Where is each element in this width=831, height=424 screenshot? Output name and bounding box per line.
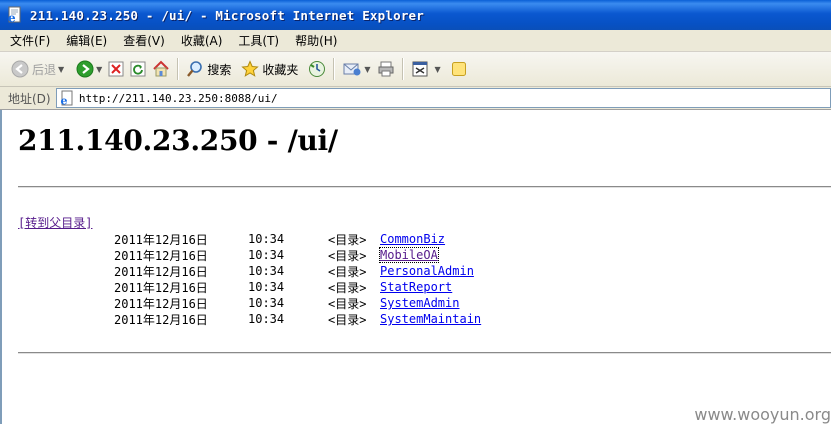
list-item: 2011年12月16日 10:34 <目录> CommonBiz	[114, 231, 481, 247]
stop-icon	[108, 61, 124, 77]
home-button[interactable]	[149, 56, 173, 82]
entry-type: <目录>	[328, 312, 367, 327]
entry-type: <目录>	[328, 232, 367, 247]
refresh-button[interactable]	[127, 56, 149, 82]
entry-date: 2011年12月16日	[114, 296, 208, 311]
list-item: 2011年12月16日 10:34 <目录> SystemAdmin	[114, 295, 481, 311]
home-icon	[152, 60, 170, 78]
entry-time: 10:34	[248, 280, 285, 294]
search-button[interactable]: 搜索	[183, 56, 234, 82]
watermark: www.wooyun.org	[694, 405, 831, 424]
menu-help[interactable]: 帮助(H)	[287, 32, 345, 49]
entry-link-statreport[interactable]: StatReport	[380, 280, 452, 294]
forward-icon	[76, 60, 94, 78]
edit-dropdown-icon[interactable]: ▼	[435, 65, 441, 74]
entry-time: 10:34	[248, 232, 285, 246]
address-url: http://211.140.23.250:8088/ui/	[78, 91, 278, 105]
entry-type: <目录>	[328, 264, 367, 279]
toolbar: 后退 ▼ ▼ 搜索 收藏夹 ▼ ▼	[0, 52, 831, 87]
entry-time: 10:34	[248, 312, 285, 326]
favorites-icon	[241, 60, 260, 78]
messenger-icon	[451, 61, 467, 77]
entry-type: <目录>	[328, 280, 367, 295]
entry-link-mobileoa[interactable]: MobileOA	[379, 247, 439, 263]
entry-time: 10:34	[248, 296, 285, 310]
mail-button[interactable]: ▼	[339, 56, 373, 82]
mail-dropdown-icon[interactable]: ▼	[364, 65, 370, 74]
page-content: 211.140.23.250 - /ui/ [转到父目录] 2011年12月16…	[0, 110, 831, 424]
menu-bar: 文件(F) 编辑(E) 查看(V) 收藏(A) 工具(T) 帮助(H)	[0, 30, 831, 52]
entry-time: 10:34	[248, 248, 285, 262]
toolbar-separator	[177, 58, 180, 80]
back-dropdown-icon[interactable]: ▼	[58, 65, 64, 74]
favorites-label: 收藏夹	[262, 62, 299, 77]
page-icon: e	[59, 90, 75, 106]
divider-bottom	[18, 352, 831, 354]
entry-link-personaladmin[interactable]: PersonalAdmin	[380, 264, 474, 278]
refresh-icon	[130, 61, 146, 77]
list-item: 2011年12月16日 10:34 <目录> StatReport	[114, 279, 481, 295]
mail-icon	[342, 60, 362, 78]
entry-link-commonbiz[interactable]: CommonBiz	[380, 232, 445, 246]
history-button[interactable]	[305, 56, 329, 82]
window-title: 211.140.23.250 - /ui/ - Microsoft Intern…	[30, 7, 425, 23]
directory-listing: 2011年12月16日 10:34 <目录> CommonBiz 2011年12…	[114, 231, 481, 327]
address-input[interactable]: e http://211.140.23.250:8088/ui/	[55, 88, 831, 108]
forward-dropdown-icon[interactable]: ▼	[96, 65, 102, 74]
menu-view[interactable]: 查看(V)	[115, 32, 173, 49]
menu-file[interactable]: 文件(F)	[0, 32, 58, 49]
ie-page-icon: e	[6, 6, 24, 24]
search-icon	[186, 60, 204, 78]
entry-date: 2011年12月16日	[114, 280, 208, 295]
edit-icon	[411, 60, 429, 78]
page-heading: 211.140.23.250 - /ui/	[18, 124, 338, 157]
divider-top	[18, 186, 831, 188]
menu-edit[interactable]: 编辑(E)	[58, 32, 115, 49]
address-label: 地址(D)	[8, 91, 51, 106]
list-item: 2011年12月16日 10:34 <目录> SystemMaintain	[114, 311, 481, 327]
browser-window: e 211.140.23.250 - /ui/ - Microsoft Inte…	[0, 0, 831, 424]
messenger-button[interactable]	[448, 56, 470, 82]
entry-date: 2011年12月16日	[114, 232, 208, 247]
list-item: 2011年12月16日 10:34 <目录> MobileOA	[114, 247, 481, 263]
back-button[interactable]: 后退 ▼	[8, 56, 67, 82]
print-button[interactable]	[374, 56, 398, 82]
entry-date: 2011年12月16日	[114, 248, 208, 263]
entry-date: 2011年12月16日	[114, 264, 208, 279]
edit-button[interactable]: ▼	[408, 56, 444, 82]
svg-text:e: e	[60, 95, 67, 107]
list-item: 2011年12月16日 10:34 <目录> PersonalAdmin	[114, 263, 481, 279]
menu-tools[interactable]: 工具(T)	[230, 32, 287, 49]
forward-button[interactable]: ▼	[73, 56, 105, 82]
svg-text:e: e	[8, 11, 16, 24]
entry-type: <目录>	[328, 248, 367, 263]
entry-link-systemmaintain[interactable]: SystemMaintain	[380, 312, 481, 326]
menu-favorites[interactable]: 收藏(A)	[173, 32, 231, 49]
stop-button[interactable]	[105, 56, 127, 82]
back-icon	[11, 60, 29, 78]
address-bar: 地址(D) e http://211.140.23.250:8088/ui/	[0, 87, 831, 110]
history-icon	[308, 60, 326, 78]
title-bar[interactable]: e 211.140.23.250 - /ui/ - Microsoft Inte…	[0, 0, 831, 30]
parent-directory-link[interactable]: [转到父目录]	[18, 214, 92, 231]
entry-link-systemadmin[interactable]: SystemAdmin	[380, 296, 459, 310]
search-label: 搜索	[207, 62, 232, 77]
entry-date: 2011年12月16日	[114, 312, 208, 327]
toolbar-separator	[333, 58, 336, 80]
favorites-button[interactable]: 收藏夹	[238, 56, 301, 82]
entry-type: <目录>	[328, 296, 367, 311]
toolbar-separator	[401, 58, 404, 80]
entry-time: 10:34	[248, 264, 285, 278]
back-label: 后退	[32, 62, 57, 77]
print-icon	[377, 60, 395, 78]
